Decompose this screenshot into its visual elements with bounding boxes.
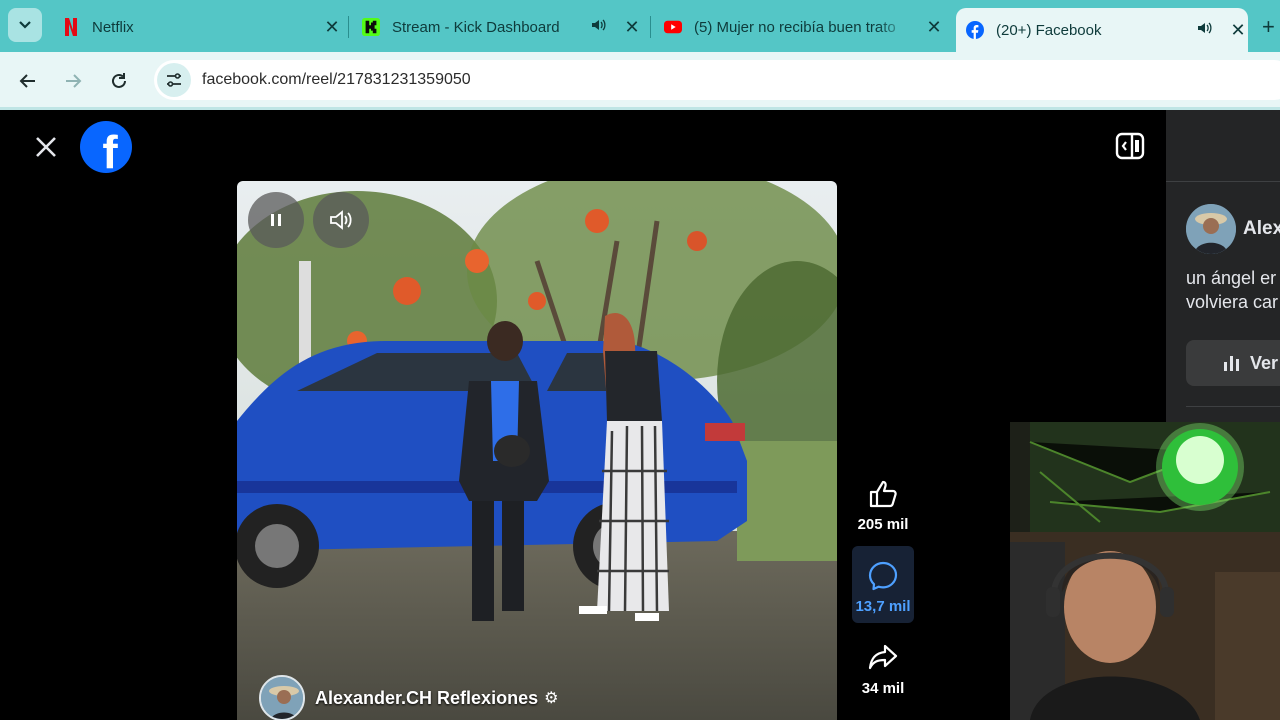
tab-close-icon[interactable]: ✕ xyxy=(322,17,342,38)
toggle-panel-button[interactable] xyxy=(1114,130,1146,162)
share-icon xyxy=(865,640,901,676)
arrow-left-icon xyxy=(19,74,35,88)
video-frame xyxy=(237,181,837,720)
tab-youtube[interactable]: (5) Mujer no recibía buen trato ✕ xyxy=(664,8,944,46)
view-insights-button[interactable]: Ver xyxy=(1186,340,1280,386)
browser-toolbar: facebook.com/reel/217831231359050 xyxy=(0,52,1280,110)
reload-button[interactable] xyxy=(106,68,132,94)
mute-button[interactable] xyxy=(313,192,369,248)
author-avatar[interactable] xyxy=(259,675,305,720)
facebook-reel-viewer: f Alexander.CH Reflexiones ⚙ 205 mil 13,… xyxy=(0,110,1280,720)
caption-line: un ángel er xyxy=(1186,268,1277,288)
tab-netflix[interactable]: Netflix ✕ xyxy=(62,8,342,46)
caption-line: volviera car xyxy=(1186,292,1279,312)
comment-button[interactable]: 13,7 mil xyxy=(852,546,914,623)
share-button[interactable]: 34 mil xyxy=(852,640,914,697)
tab-close-icon[interactable]: ✕ xyxy=(924,17,944,38)
new-tab-button[interactable]: + xyxy=(1262,14,1275,40)
comment-count: 13,7 mil xyxy=(855,598,911,615)
chevron-down-icon xyxy=(19,21,31,29)
tab-separator xyxy=(650,16,651,38)
tab-title: Netflix xyxy=(92,18,134,36)
close-reel-button[interactable] xyxy=(32,133,60,161)
tab-close-icon[interactable]: ✕ xyxy=(1228,20,1248,41)
split-view-icon xyxy=(1115,132,1145,160)
speaker-icon[interactable] xyxy=(590,17,608,37)
like-button[interactable]: 205 mil xyxy=(852,476,914,533)
tab-title: Stream - Kick Dashboard xyxy=(392,18,560,36)
forward-button[interactable] xyxy=(60,68,86,94)
logo-letter: f xyxy=(102,126,118,173)
webcam-overlay xyxy=(1010,422,1280,720)
volume-icon xyxy=(330,210,352,230)
gear-icon: ⚙ xyxy=(544,690,559,707)
tab-title: (5) Mujer no recibía buen trato xyxy=(694,18,896,36)
panel-header xyxy=(1166,110,1280,182)
view-insights-label: Ver xyxy=(1250,352,1279,373)
panel-author-avatar[interactable] xyxy=(1186,204,1236,254)
back-button[interactable] xyxy=(15,68,41,94)
arrow-right-icon xyxy=(66,74,82,88)
tab-close-icon[interactable]: ✕ xyxy=(622,17,642,38)
address-bar[interactable]: facebook.com/reel/217831231359050 xyxy=(154,60,1280,100)
tab-title: (20+) Facebook xyxy=(996,21,1102,39)
panel-caption: un ángel er volviera car xyxy=(1186,266,1278,314)
webcam-feed xyxy=(1010,422,1280,720)
divider xyxy=(1186,406,1280,407)
tune-icon xyxy=(167,73,181,87)
reel-author[interactable]: Alexander.CH Reflexiones ⚙ xyxy=(259,675,559,720)
bar-chart-icon xyxy=(1224,356,1239,371)
thumbs-up-icon xyxy=(865,476,901,512)
close-icon xyxy=(36,137,56,157)
netflix-icon xyxy=(62,18,80,36)
tab-facebook[interactable]: (20+) Facebook ✕ xyxy=(956,8,1248,52)
author-name[interactable]: Alexander.CH Reflexiones xyxy=(315,688,538,709)
pause-button[interactable] xyxy=(248,192,304,248)
facebook-icon xyxy=(966,21,984,39)
site-info-button[interactable] xyxy=(157,63,191,97)
reload-icon xyxy=(112,73,126,88)
like-count: 205 mil xyxy=(857,516,909,533)
tab-kick-dashboard[interactable]: Stream - Kick Dashboard ✕ xyxy=(362,8,642,46)
tab-strip: Netflix ✕ Stream - Kick Dashboard ✕ (5) … xyxy=(0,0,1280,52)
facebook-logo[interactable]: f xyxy=(80,121,132,173)
youtube-icon xyxy=(664,18,682,36)
pause-icon xyxy=(271,214,281,226)
tab-separator xyxy=(348,16,349,38)
tab-search-button[interactable] xyxy=(8,8,42,42)
comment-icon xyxy=(865,558,901,594)
reel-video[interactable]: Alexander.CH Reflexiones ⚙ xyxy=(237,181,837,720)
kick-icon xyxy=(362,18,380,36)
url-text: facebook.com/reel/217831231359050 xyxy=(202,71,471,88)
speaker-icon[interactable] xyxy=(1196,20,1214,40)
panel-author-name[interactable]: Alex xyxy=(1243,218,1280,240)
share-count: 34 mil xyxy=(861,680,905,697)
